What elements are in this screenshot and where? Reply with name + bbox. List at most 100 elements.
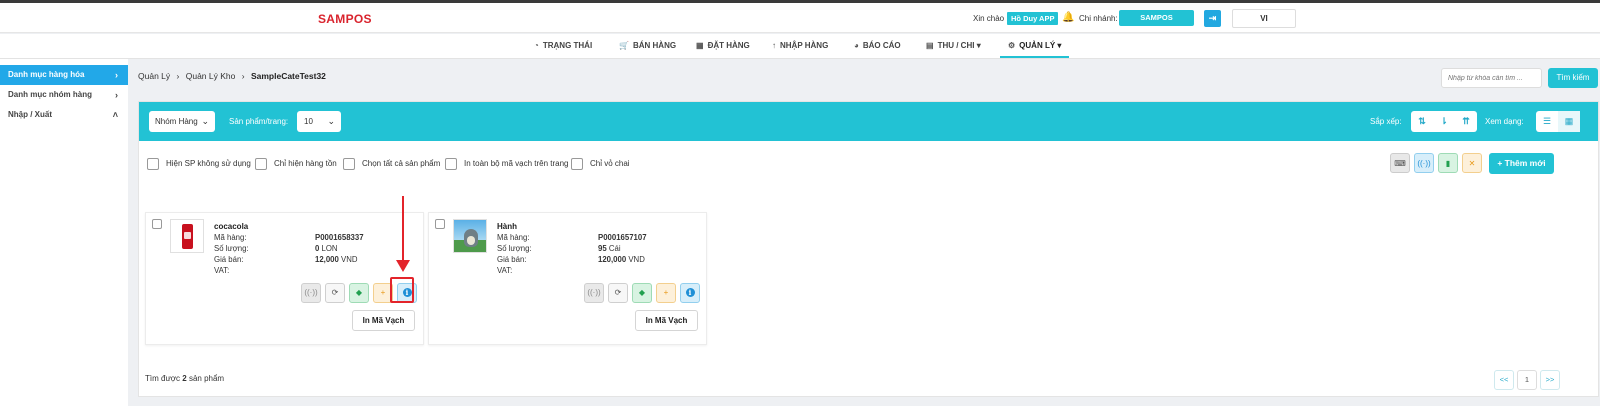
product-card: cocacola Mã hàng: P0001658337 Số lượng: … — [145, 212, 424, 345]
product-quantity: 95 Cái — [598, 244, 621, 253]
nav-label: BÁO CÁO — [862, 41, 901, 50]
filter-in-stock[interactable]: Chỉ hiện hàng tồn — [255, 157, 337, 171]
nav-thu-chi[interactable]: ▤ THU / CHI ▾ — [926, 34, 981, 58]
group-select-value: Nhóm Hàng — [155, 117, 198, 126]
logout-button[interactable]: ⇥ — [1204, 10, 1221, 27]
sidebar-item-group-catalog[interactable]: Danh mục nhóm hàng › — [0, 85, 128, 105]
search-button[interactable]: Tìm kiếm — [1548, 68, 1598, 88]
greeting-text: Xin chào — [973, 14, 1005, 23]
sort-desc-icon[interactable]: ⇈ — [1455, 111, 1477, 132]
vat-label: VAT: — [214, 266, 230, 275]
breadcrumb-separator: › — [176, 71, 180, 81]
sort-asc-icon[interactable]: ⇂ — [1433, 111, 1455, 132]
rfid-icon[interactable]: ((·)) — [584, 283, 604, 303]
vat-label: VAT: — [497, 266, 513, 275]
nav-label: NHẬP HÀNG — [780, 41, 829, 50]
code-label: Mã hàng: — [497, 233, 530, 242]
grid-view-icon[interactable]: ▦ — [1558, 111, 1580, 132]
chevron-down-icon: ⌄ — [327, 116, 335, 126]
keyboard-icon[interactable]: ⌨ — [1390, 153, 1410, 173]
per-page-select[interactable]: 10 ⌄ — [297, 111, 341, 132]
plus-icon[interactable]: + — [656, 283, 676, 303]
breadcrumb-item[interactable]: Quản Lý Kho — [186, 71, 236, 81]
refresh-icon[interactable]: ⟳ — [608, 283, 628, 303]
filter-print-all-barcodes[interactable]: In toàn bộ mã vạch trên trang — [445, 157, 569, 171]
nav-bao-cao[interactable]: ◕ BÁO CÁO — [854, 34, 901, 58]
breadcrumb: Quản Lý › Quản Lý Kho › SampleCateTest32 — [138, 71, 326, 81]
logo[interactable]: SAMPOS — [318, 12, 372, 26]
price-label: Giá bán: — [214, 255, 244, 264]
product-card: Hành Mã hàng: P0001657107 Số lượng: 95 C… — [428, 212, 707, 345]
filter-show-unused[interactable]: Hiện SP không sử dụng — [147, 157, 251, 171]
product-code: P0001657107 — [598, 233, 647, 242]
product-name: Hành — [497, 222, 517, 231]
search-input[interactable] — [1441, 68, 1542, 88]
product-image — [170, 219, 204, 253]
sidebar-item-product-catalog[interactable]: Danh mục hàng hóa › — [0, 65, 128, 85]
sidebar-item-import-export[interactable]: Nhập / Xuất ˄ — [0, 105, 128, 125]
per-page-label: Sản phẩm/trang: — [229, 117, 289, 126]
rfid-icon[interactable]: ((·)) — [1414, 153, 1434, 173]
nav-quan-ly[interactable]: ⚙ QUẢN LÝ ▾ — [1000, 34, 1070, 58]
nav-ban-hang[interactable]: 🛒 BÁN HÀNG — [619, 34, 676, 58]
pager-last[interactable]: >> — [1540, 370, 1560, 390]
tag-icon[interactable]: ◆ — [349, 283, 369, 303]
checkbox[interactable] — [147, 157, 159, 170]
sort-group: ⇅ ⇂ ⇈ — [1411, 111, 1477, 132]
product-code: P0001658337 — [315, 233, 364, 242]
product-checkbox[interactable] — [435, 219, 445, 229]
pie-chart-icon: ◕ — [854, 41, 859, 50]
pager-first[interactable]: << — [1494, 370, 1514, 390]
result-count: Tìm được 2 sản phẩm — [145, 374, 225, 383]
nav-nhap-hang[interactable]: ↑ NHẬP HÀNG — [772, 34, 828, 58]
checkbox[interactable] — [445, 157, 457, 170]
product-checkbox[interactable] — [152, 219, 162, 229]
info-icon[interactable]: i — [680, 283, 700, 303]
add-new-button[interactable]: + Thêm mới — [1489, 153, 1554, 174]
nav-label: THU / CHI — [937, 41, 975, 50]
filter-label: In toàn bộ mã vạch trên trang — [464, 159, 569, 168]
per-page-value: 10 — [304, 117, 313, 126]
product-panel: Nhóm Hàng ⌄ Sản phẩm/trang: 10 ⌄ Sắp xếp… — [138, 101, 1599, 397]
rfid-icon[interactable]: ((·)) — [301, 283, 321, 303]
list-view-icon[interactable]: ☰ — [1536, 111, 1558, 132]
filter-label: Chỉ hiện hàng tồn — [274, 159, 337, 168]
bell-icon[interactable]: 🔔 — [1062, 12, 1074, 23]
view-label: Xem dạng: — [1485, 117, 1524, 126]
tag-icon[interactable]: ◆ — [632, 283, 652, 303]
filter-label: Hiện SP không sử dụng — [166, 159, 251, 168]
filter-label: Chỉ vỏ chai — [590, 159, 630, 168]
user-badge[interactable]: Hồ Duy APP — [1007, 12, 1059, 25]
view-group: ☰ ▦ — [1536, 111, 1580, 132]
print-barcode-button[interactable]: In Mã Vạch — [352, 310, 415, 331]
checkbox[interactable] — [255, 157, 267, 170]
chevron-down-icon: ⌄ — [201, 116, 209, 126]
gear-icon: ⚙ — [1008, 41, 1016, 50]
refresh-icon[interactable]: ⟳ — [325, 283, 345, 303]
checkbox[interactable] — [571, 157, 583, 170]
language-select[interactable]: VI — [1232, 9, 1296, 28]
shuffle-icon[interactable]: ✕ — [1462, 153, 1482, 173]
chevron-right-icon: › — [115, 70, 118, 80]
sidebar-item-label: Danh mục hàng hóa — [8, 70, 85, 79]
checkbox[interactable] — [343, 157, 355, 170]
group-select[interactable]: Nhóm Hàng ⌄ — [149, 111, 215, 132]
dashboard-icon: ◔ — [534, 41, 539, 50]
product-price: 120,000 VND — [598, 255, 645, 264]
sort-default-icon[interactable]: ⇅ — [1411, 111, 1433, 132]
filter-select-all[interactable]: Chọn tất cả sản phẩm — [343, 157, 440, 171]
annotation-arrow — [402, 196, 404, 262]
breadcrumb-current: SampleCateTest32 — [250, 71, 326, 81]
excel-icon[interactable]: ▮ — [1438, 153, 1458, 173]
nav-trang-thai[interactable]: ◔ TRẠNG THÁI — [534, 34, 592, 58]
breadcrumb-item[interactable]: Quản Lý — [138, 71, 170, 81]
pager-page[interactable]: 1 — [1517, 370, 1537, 390]
product-name: cocacola — [214, 222, 249, 231]
money-icon: ▤ — [926, 41, 934, 50]
nav-label: TRẠNG THÁI — [542, 41, 593, 50]
branch-select[interactable]: SAMPOS — [1119, 10, 1194, 26]
filter-bottles-only[interactable]: Chỉ vỏ chai — [571, 157, 630, 171]
print-barcode-button[interactable]: In Mã Vạch — [635, 310, 698, 331]
nav-dat-hang[interactable]: ▦ ĐẶT HÀNG — [696, 34, 750, 58]
sidebar-item-label: Danh mục nhóm hàng — [8, 90, 92, 99]
